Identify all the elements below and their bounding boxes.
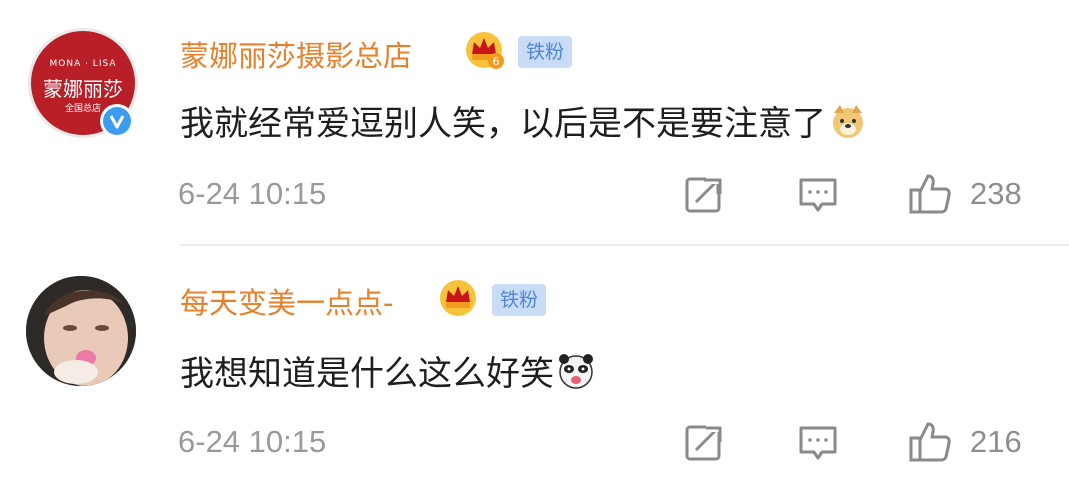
like-icon[interactable] [908,420,952,464]
username[interactable]: 每天变美一点点- [180,280,393,322]
panda-emoji [556,351,596,391]
like-icon[interactable] [908,172,952,216]
like-count: 216 [970,424,1022,459]
crown-icon: 6 [462,28,506,72]
avatar[interactable] [26,276,136,386]
timestamp: 6-24 10:15 [178,176,327,211]
comment-item: MONA · LISA 蒙娜丽莎 全国总店 蒙娜丽莎摄影总店 6 铁粉 我就经常… [0,0,1069,244]
fan-badge[interactable]: 铁粉 [518,36,573,68]
crown-level: 6 [493,55,500,68]
avatar-brand-name: 蒙娜丽莎 [43,77,123,101]
comment-icon[interactable] [796,172,840,216]
comment-text-content: 我就经常爱逗别人笑，以后是不是要注意了 [180,104,826,144]
comment-text: 我想知道是什么这么好笑 [180,346,596,395]
comment-icon[interactable] [796,420,840,464]
verified-icon [100,104,134,138]
comment-text: 我就经常爱逗别人笑，以后是不是要注意了 [180,96,868,145]
fan-badge[interactable]: 铁粉 [492,284,547,316]
username[interactable]: 蒙娜丽莎摄影总店 [180,33,412,75]
like-count: 238 [970,176,1022,211]
comment-text-content: 我想知道是什么这么好笑 [180,354,554,394]
avatar-brand-top: MONA · LISA [49,59,117,69]
share-icon[interactable] [682,172,726,216]
doge-emoji [828,101,868,141]
share-icon[interactable] [682,420,726,464]
comment-item: 每天变美一点点- 铁粉 我想知道是什么这么好笑 6-24 10:15 216 [0,246,1069,477]
crown-icon [436,276,480,320]
timestamp: 6-24 10:15 [178,424,327,459]
